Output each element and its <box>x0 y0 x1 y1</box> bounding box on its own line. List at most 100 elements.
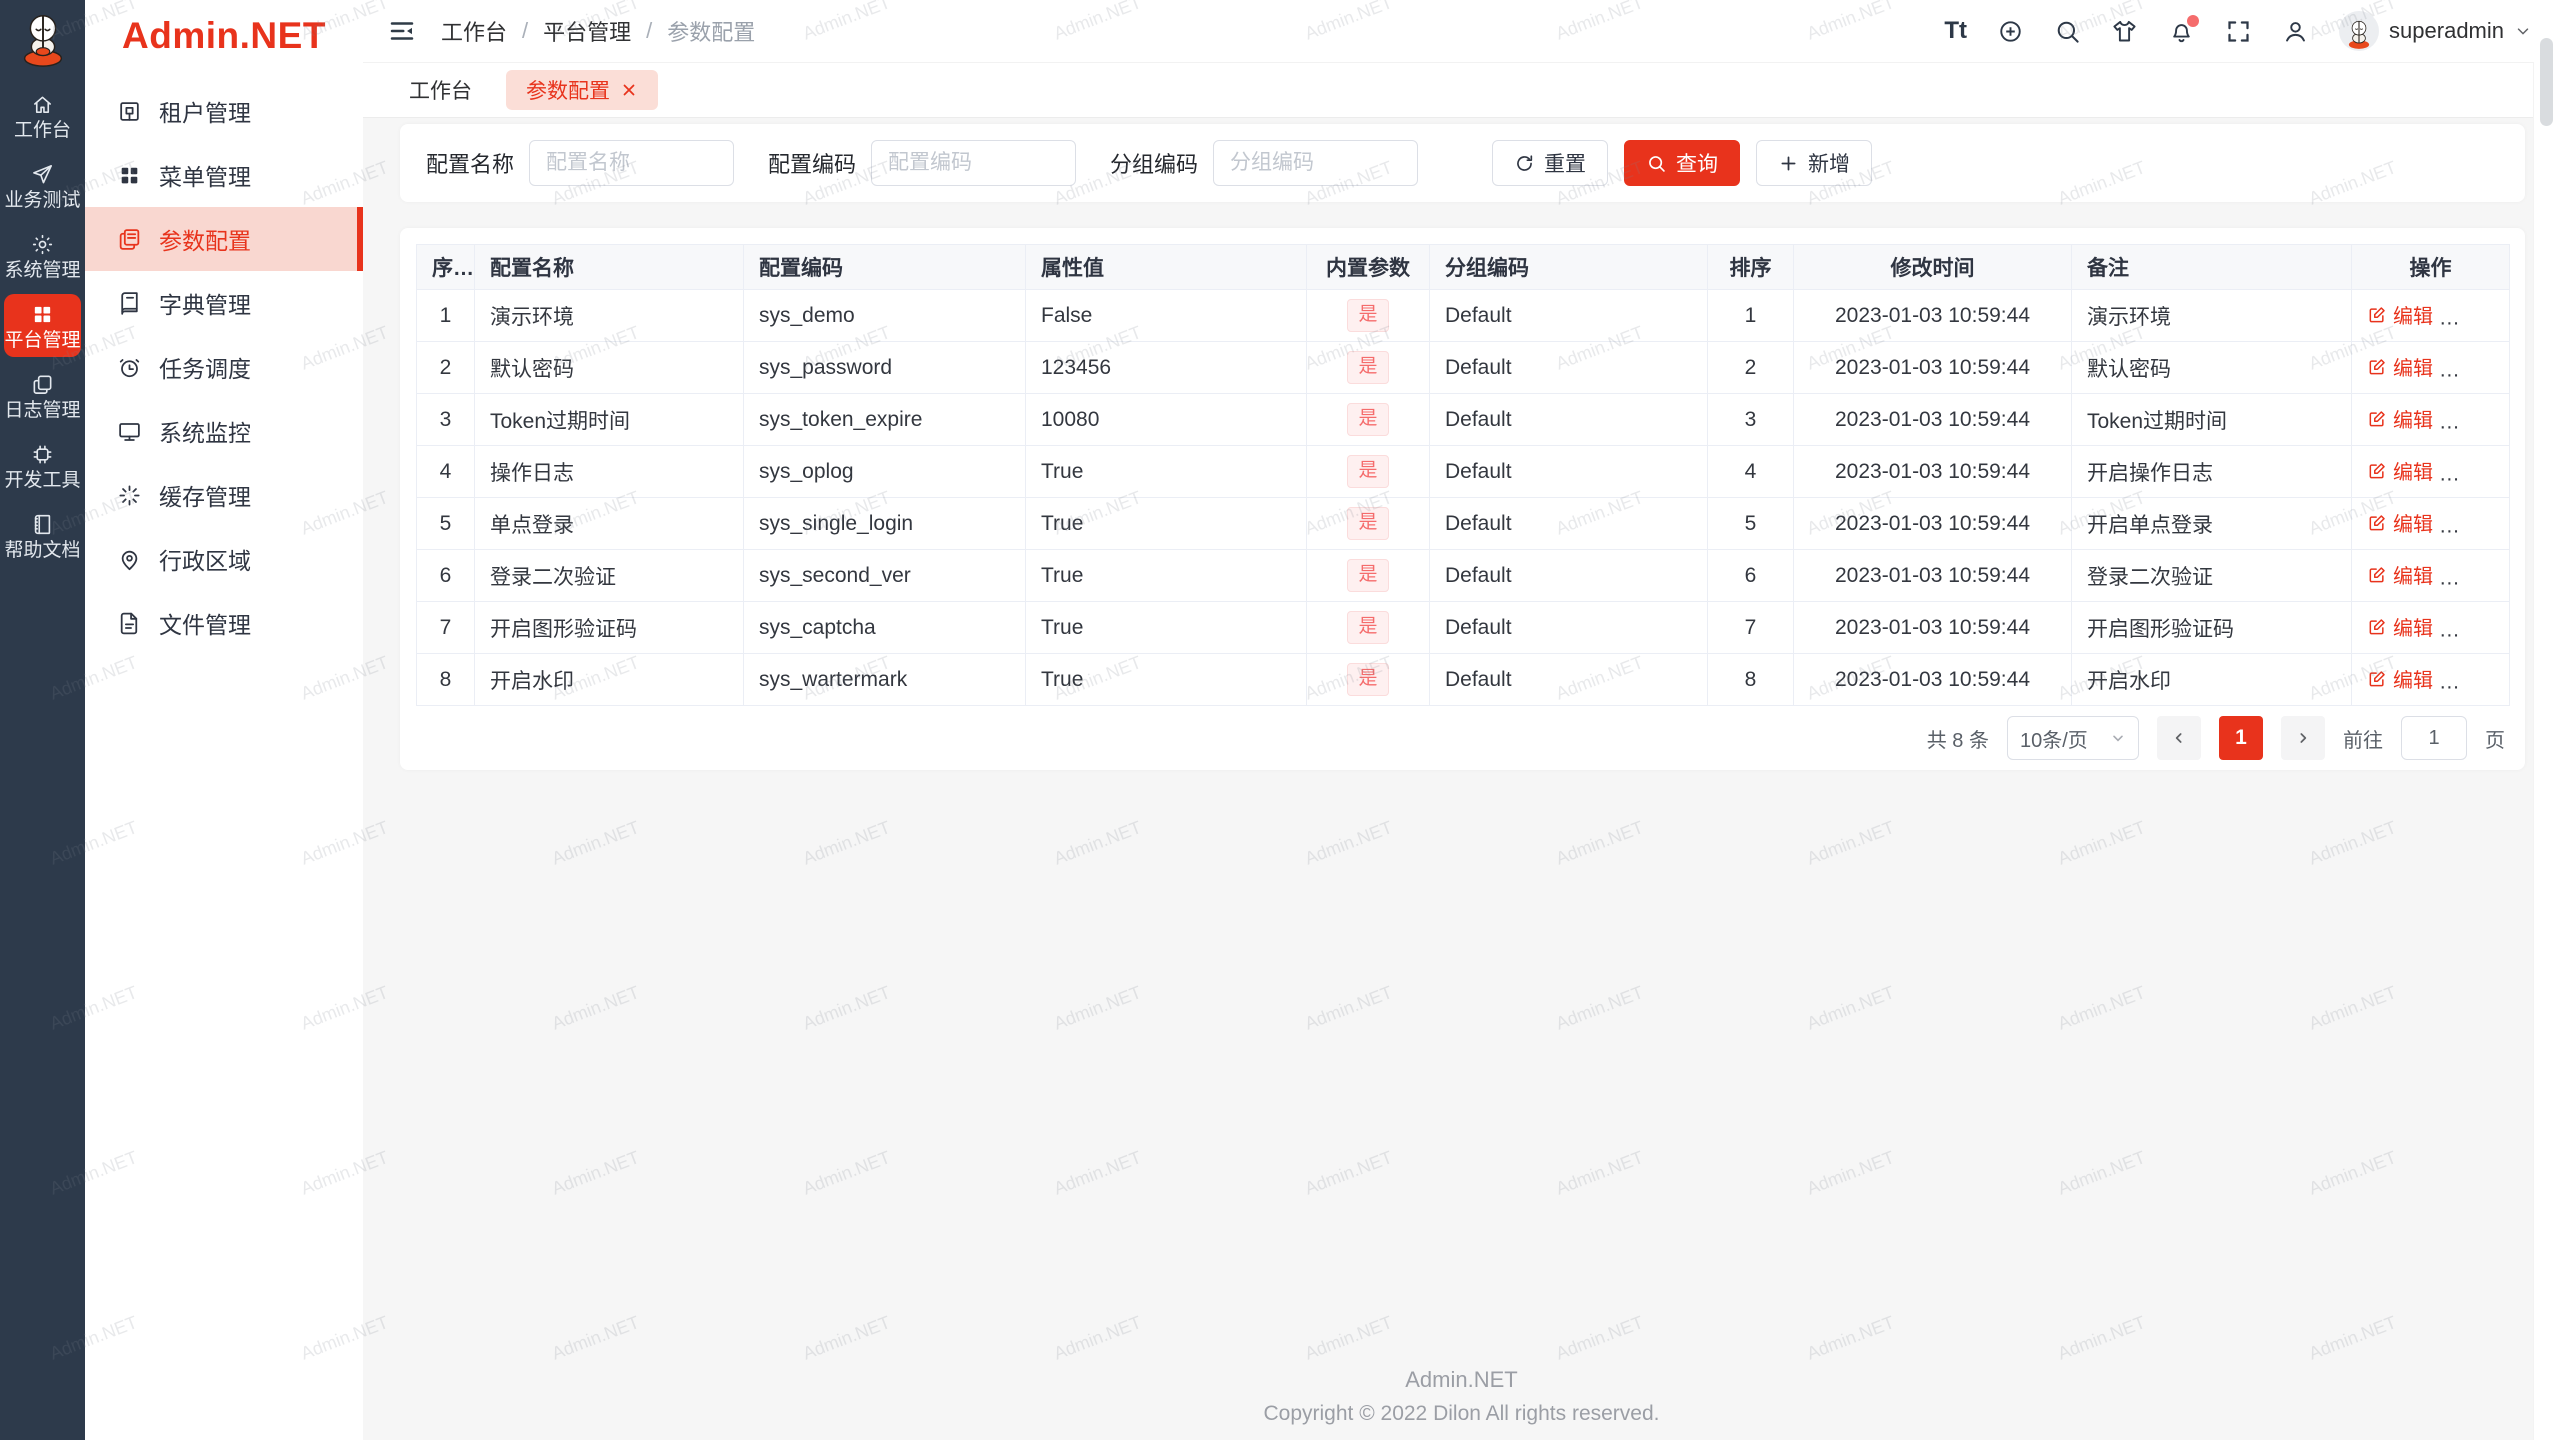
delete-label: 删除 <box>2484 566 2509 589</box>
edit-icon <box>2369 359 2385 375</box>
config-code-input[interactable] <box>871 140 1077 186</box>
cell-name: 默认密码 <box>474 341 744 394</box>
delete-button[interactable]: 删除 <box>2459 508 2509 537</box>
cell-sort: 2 <box>1707 341 1794 394</box>
breadcrumb-item-workbench[interactable]: 工作台 <box>441 15 507 47</box>
user-menu[interactable]: superadmin <box>2339 11 2532 51</box>
sidebar-item-region[interactable]: 行政区域 <box>85 527 363 591</box>
plus-icon <box>1781 156 1796 170</box>
rail-item-platform-mgmt[interactable]: 平台管理 <box>4 294 81 357</box>
sidebar-item-monitor[interactable]: 系统监控 <box>85 399 363 463</box>
edit-button[interactable]: 编辑 <box>2367 508 2433 537</box>
delete-button[interactable]: 删除 <box>2459 300 2509 329</box>
goto-page-input[interactable] <box>2401 716 2467 760</box>
scrollbar-thumb[interactable] <box>2540 38 2553 126</box>
edit-button[interactable]: 编辑 <box>2367 664 2433 693</box>
cell-builtin: 是 <box>1306 601 1430 654</box>
config-name-input[interactable] <box>529 140 735 186</box>
group-code-input[interactable] <box>1213 140 1419 186</box>
cell-index: 7 <box>416 601 475 654</box>
cell-group: Default <box>1429 601 1708 654</box>
cell-group: Default <box>1429 549 1708 602</box>
delete-label: 删除 <box>2484 514 2509 537</box>
rail-item-dev-tools[interactable]: 开发工具 <box>4 434 81 497</box>
delete-button[interactable]: 删除 <box>2459 612 2509 641</box>
edit-icon <box>2369 567 2385 583</box>
cell-value: True <box>1025 549 1307 602</box>
rail-item-help-docs[interactable]: 帮助文档 <box>4 504 81 567</box>
cell-index: 5 <box>416 497 475 550</box>
tab-bar: 工作台 参数配置 <box>363 62 2560 118</box>
cell-time: 2023-01-03 10:59:44 <box>1793 393 2072 446</box>
rail-item-system-mgmt[interactable]: 系统管理 <box>4 224 81 287</box>
sidebar-item-param-config[interactable]: 参数配置 <box>85 207 363 271</box>
sidebar-item-file[interactable]: 文件管理 <box>85 591 363 655</box>
font-size-icon[interactable]: Tt <box>1944 17 1967 45</box>
search-icon[interactable] <box>2054 18 2081 45</box>
rail-item-business-test[interactable]: 业务测试 <box>4 154 81 217</box>
delete-label: 删除 <box>2484 462 2509 485</box>
table-row: 6 登录二次验证 sys_second_ver True 是 Default 6… <box>416 549 2510 602</box>
sidebar-item-menu[interactable]: 菜单管理 <box>85 143 363 207</box>
edit-button[interactable]: 编辑 <box>2367 456 2433 485</box>
delete-button[interactable]: 删除 <box>2459 352 2509 381</box>
cell-sort: 6 <box>1707 549 1794 602</box>
col-time: 修改时间 <box>1793 244 2072 290</box>
cell-time: 2023-01-03 10:59:44 <box>1793 341 2072 394</box>
page-size-select[interactable]: 10条/页 <box>2007 716 2139 760</box>
trash-icon <box>2461 567 2477 583</box>
sidebar-item-label: 字典管理 <box>159 292 251 318</box>
sidebar-item-tenant[interactable]: 租户管理 <box>85 79 363 143</box>
fullscreen-icon[interactable] <box>2225 18 2252 45</box>
theme-icon[interactable] <box>2111 18 2138 45</box>
cell-time: 2023-01-03 10:59:44 <box>1793 445 2072 498</box>
edit-button[interactable]: 编辑 <box>2367 560 2433 589</box>
add-label: 新增 <box>1808 153 1851 176</box>
edit-button[interactable]: 编辑 <box>2367 352 2433 381</box>
pagination: 共 8 条 10条/页 1 前往 页 <box>416 706 2509 770</box>
page-number-button[interactable]: 1 <box>2219 716 2263 760</box>
rail-item-workbench[interactable]: 工作台 <box>4 84 81 147</box>
tab-param-config[interactable]: 参数配置 <box>506 70 658 110</box>
sidebar-item-cache[interactable]: 缓存管理 <box>85 463 363 527</box>
sidebar-fold-icon[interactable] <box>387 16 417 46</box>
sidebar-item-schedule[interactable]: 任务调度 <box>85 335 363 399</box>
edit-button[interactable]: 编辑 <box>2367 300 2433 329</box>
edit-button[interactable]: 编辑 <box>2367 612 2433 641</box>
prev-page-button[interactable] <box>2157 716 2201 760</box>
delete-button[interactable]: 删除 <box>2459 456 2509 485</box>
close-icon[interactable] <box>620 81 638 99</box>
query-button[interactable]: 查询 <box>1624 140 1741 186</box>
col-actions: 操作 <box>2351 244 2510 290</box>
builtin-badge: 是 <box>1347 403 1389 436</box>
rail-item-log-mgmt[interactable]: 日志管理 <box>4 364 81 427</box>
cell-sort: 4 <box>1707 445 1794 498</box>
cell-time: 2023-01-03 10:59:44 <box>1793 289 2072 342</box>
edit-button[interactable]: 编辑 <box>2367 404 2433 433</box>
delete-button[interactable]: 删除 <box>2459 664 2509 693</box>
cell-actions: 编辑 删除 <box>2351 341 2510 394</box>
add-button[interactable]: 新增 <box>1756 140 1873 186</box>
delete-button[interactable]: 删除 <box>2459 404 2509 433</box>
table-row: 8 开启水印 sys_wartermark True 是 Default 8 2… <box>416 653 2510 706</box>
reset-button[interactable]: 重置 <box>1492 140 1609 186</box>
notification-icon[interactable] <box>2168 14 2200 45</box>
trash-icon <box>2461 515 2477 531</box>
tab-workbench[interactable]: 工作台 <box>389 70 492 110</box>
dictionary-icon <box>121 291 138 315</box>
cell-remark: 开启操作日志 <box>2071 445 2352 498</box>
crosshair-icon[interactable] <box>1997 18 2024 45</box>
cell-remark: 开启图形验证码 <box>2071 601 2352 654</box>
edit-icon <box>2369 515 2385 531</box>
cell-name: 开启图形验证码 <box>474 601 744 654</box>
profile-icon[interactable] <box>2282 18 2309 45</box>
builtin-badge: 是 <box>1347 351 1389 384</box>
cell-value: 10080 <box>1025 393 1307 446</box>
sidebar-item-dictionary[interactable]: 字典管理 <box>85 271 363 335</box>
breadcrumb-item-platform[interactable]: 平台管理 <box>543 15 631 47</box>
trash-icon <box>2461 359 2477 375</box>
next-page-button[interactable] <box>2281 716 2325 760</box>
field-config-name: 配置名称 <box>426 140 735 186</box>
delete-button[interactable]: 删除 <box>2459 560 2509 589</box>
table-row: 2 默认密码 sys_password 123456 是 Default 2 2… <box>416 341 2510 394</box>
